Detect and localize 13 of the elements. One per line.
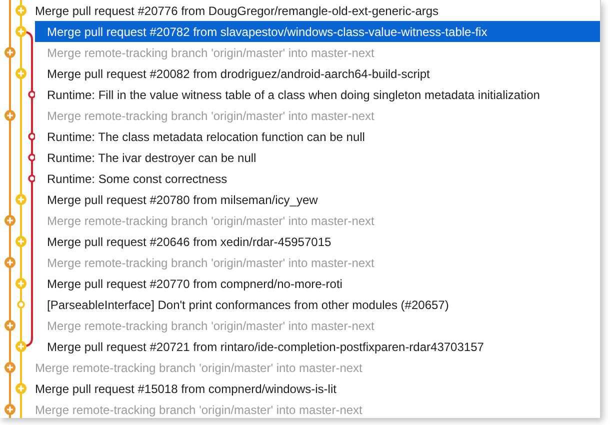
- commit-message[interactable]: Runtime: The class metadata relocation function can be null: [47, 126, 600, 147]
- commit-message[interactable]: Merge pull request #20646 from xedin/rdar-45957015: [47, 231, 600, 252]
- commit-message[interactable]: [ParseableInterface] Don't print conformances from other modules (#20657): [47, 294, 600, 315]
- commit-message[interactable]: Merge pull request #20780 from milseman/icy_yew: [47, 189, 600, 210]
- commit-message[interactable]: Merge pull request #20721 from rintaro/ide-completion-postfixparen-rdar43703157: [47, 336, 600, 357]
- commit-message[interactable]: Merge pull request #20082 from drodriguez/android-aarch64-build-script: [47, 63, 600, 84]
- commit-message[interactable]: Runtime: The ivar destroyer can be null: [47, 147, 600, 168]
- commit-message[interactable]: Merge pull request #15018 from compnerd/windows-is-lit: [35, 378, 600, 399]
- commit-message[interactable]: Runtime: Fill in the value witness table of a class when doing singleton metadata initialization: [47, 84, 600, 105]
- commit-message[interactable]: Runtime: Some const correctness: [47, 168, 600, 189]
- commit-message[interactable]: Merge pull request #20782 from slavapestov/windows-class-value-witness-table-fix: [35, 21, 600, 42]
- commit-message[interactable]: Merge pull request #20770 from compnerd/no-more-roti: [47, 273, 600, 294]
- commit-message[interactable]: Merge pull request #20776 from DougGregor/remangle-old-ext-generic-args: [35, 0, 600, 21]
